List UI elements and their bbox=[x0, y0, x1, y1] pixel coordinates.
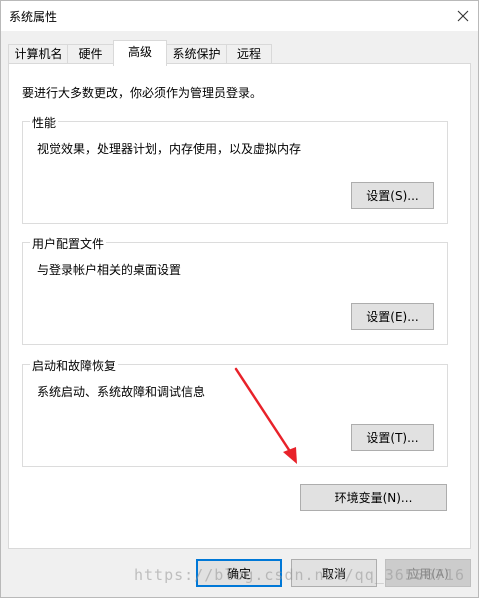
tab-system-protection[interactable]: 系统保护 bbox=[166, 44, 227, 64]
tab-advanced[interactable]: 高级 bbox=[113, 40, 167, 66]
ok-button[interactable]: 确定 bbox=[196, 559, 282, 587]
tab-label: 计算机名 bbox=[14, 47, 63, 61]
performance-description: 视觉效果，处理器计划，内存使用，以及虚拟内存 bbox=[37, 142, 302, 156]
close-button[interactable] bbox=[448, 1, 478, 31]
window-title: 系统属性 bbox=[9, 10, 58, 24]
performance-label: 性能 bbox=[30, 114, 59, 131]
tab-label: 系统保护 bbox=[172, 47, 221, 61]
user-profiles-description: 与登录帐户相关的桌面设置 bbox=[37, 263, 182, 277]
user-profiles-settings-button[interactable]: 设置(E)... bbox=[351, 303, 434, 330]
startup-recovery-group bbox=[22, 364, 448, 467]
cancel-button[interactable]: 取消 bbox=[291, 559, 377, 587]
tab-label: 硬件 bbox=[78, 47, 103, 61]
tab-label: 远程 bbox=[236, 47, 261, 61]
user-profiles-label: 用户配置文件 bbox=[30, 235, 107, 252]
performance-settings-button[interactable]: 设置(S)... bbox=[351, 182, 434, 209]
startup-recovery-label: 启动和故障恢复 bbox=[30, 357, 119, 374]
tab-remote[interactable]: 远程 bbox=[226, 44, 272, 64]
close-icon bbox=[457, 10, 469, 22]
tab-hardware[interactable]: 硬件 bbox=[67, 44, 114, 64]
startup-recovery-settings-button[interactable]: 设置(T)... bbox=[351, 424, 434, 451]
tab-computer-name[interactable]: 计算机名 bbox=[8, 44, 69, 64]
title-bar[interactable]: 系统属性 bbox=[1, 1, 478, 31]
apply-button[interactable]: 应用(A) bbox=[385, 559, 471, 587]
environment-variables-button[interactable]: 环境变量(N)... bbox=[300, 484, 447, 511]
tab-label: 高级 bbox=[127, 45, 152, 59]
startup-recovery-description: 系统启动、系统故障和调试信息 bbox=[37, 385, 206, 399]
admin-notice: 要进行大多数更改，你必须作为管理员登录。 bbox=[22, 86, 263, 100]
